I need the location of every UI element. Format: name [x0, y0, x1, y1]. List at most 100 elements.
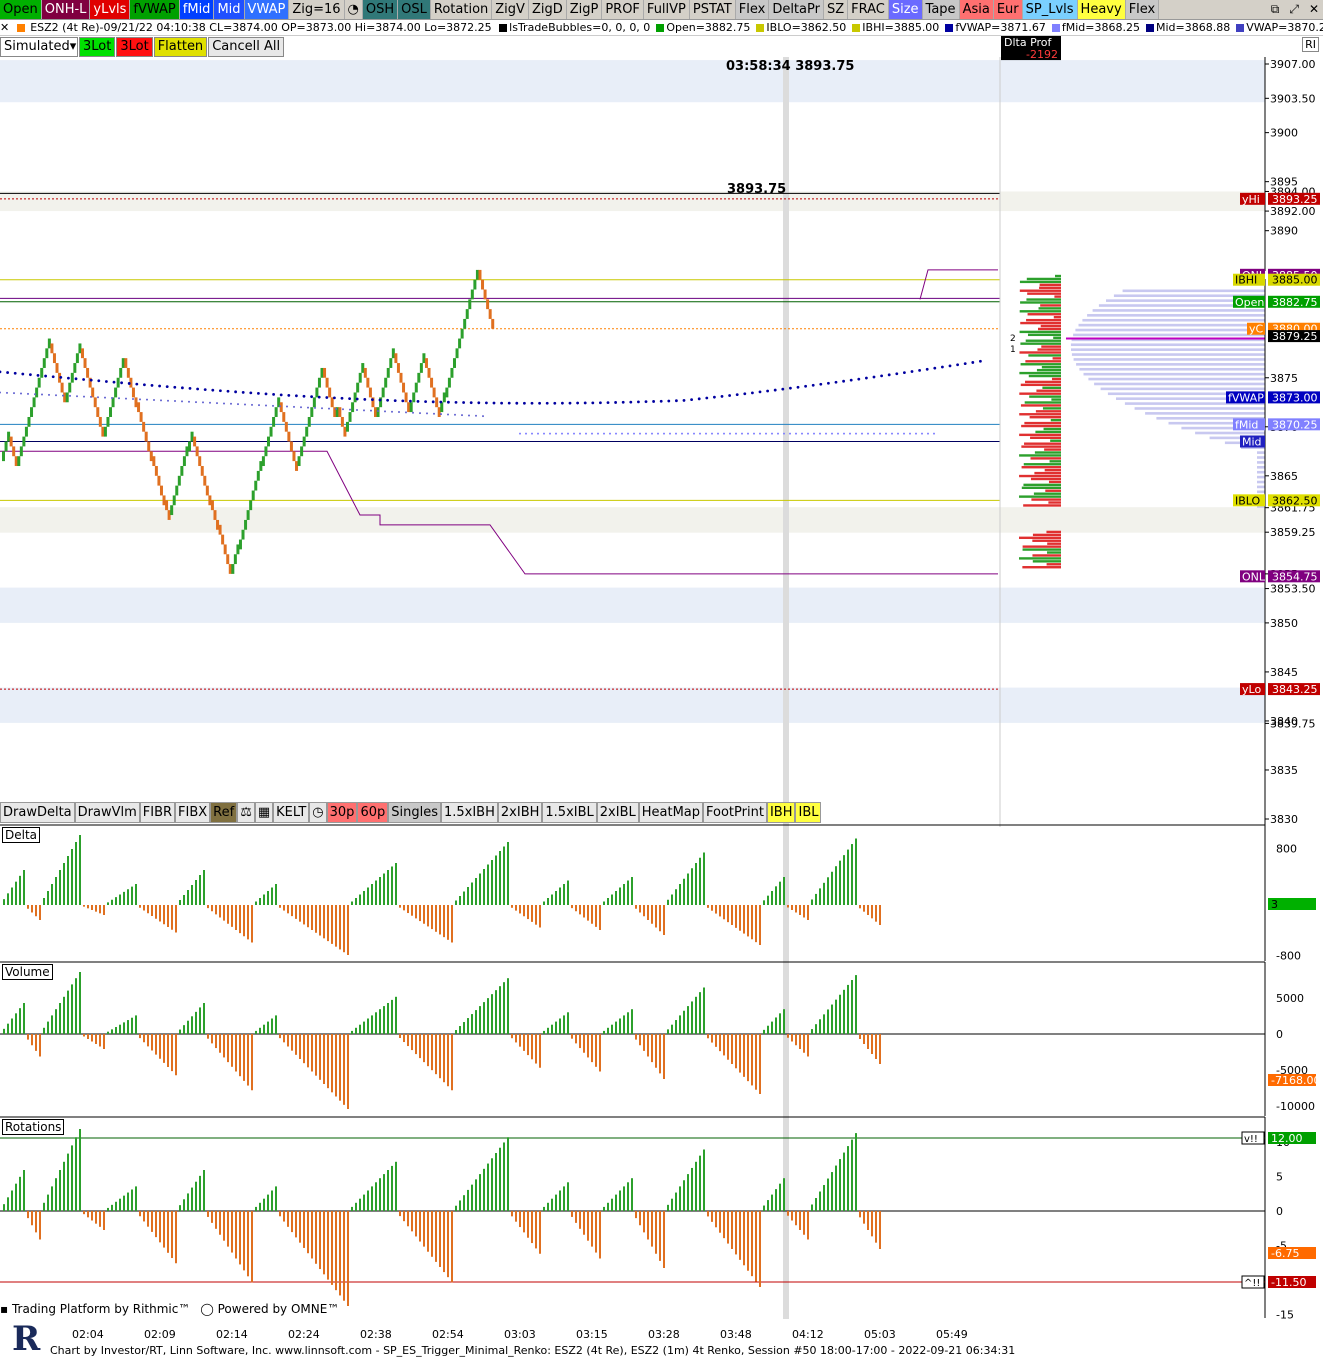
toolbar-button-fmid[interactable]: fMid	[179, 0, 215, 19]
vwap-dot	[979, 359, 982, 363]
pane-bar	[11, 1190, 13, 1211]
tool-button[interactable]: ▦	[254, 802, 274, 823]
delta-profile-bar	[1020, 404, 1061, 407]
svg-text:R: R	[12, 1319, 41, 1356]
toolbar-button-size[interactable]: Size	[888, 0, 923, 19]
pane-bar	[103, 905, 105, 915]
fmid-dot	[741, 432, 743, 435]
toolbar-button-sp-lvls[interactable]: SP_Lvls	[1022, 0, 1078, 19]
vwap-dot	[355, 397, 359, 401]
pane-bar	[71, 984, 73, 1034]
tool-button[interactable]: FIBR	[139, 802, 176, 823]
toolbar-button-flex[interactable]: Flex	[735, 0, 770, 19]
toolbar-button-heavy[interactable]: Heavy	[1077, 0, 1126, 19]
tool-button[interactable]: DrawVlm	[74, 802, 140, 823]
renko-brick	[198, 456, 202, 467]
pane-bar	[159, 1034, 161, 1059]
color-swatch	[499, 24, 508, 32]
vwap-dot	[181, 386, 184, 390]
toolbar-button-osl[interactable]: OSL	[398, 0, 431, 19]
toolbar-button-pstat[interactable]: PSTAT	[689, 0, 736, 19]
pane-bar	[519, 1034, 521, 1047]
tool-button[interactable]: 30p	[326, 802, 358, 823]
toolbar-button-zig-16[interactable]: Zig=16	[289, 0, 345, 19]
tool-button[interactable]: IBH	[766, 802, 796, 823]
tool-button[interactable]: 2xIBL	[596, 802, 639, 823]
toolbar-button-fullvp[interactable]: FullVP	[643, 0, 690, 19]
tool-button[interactable]: FootPrint	[703, 802, 767, 823]
sell-3lot-button[interactable]: 3Lot	[116, 37, 153, 57]
pane-bar	[307, 1034, 309, 1068]
pane-bar	[211, 905, 213, 912]
pane-bar	[203, 870, 205, 905]
tool-button[interactable]: IBL	[795, 802, 822, 823]
cancel-all-button[interactable]: Cancell All	[208, 37, 285, 57]
vwap-dot	[416, 399, 420, 403]
tool-button[interactable]: 60p	[357, 802, 389, 823]
pane-bar	[691, 1167, 693, 1211]
tool-button[interactable]: Singles	[388, 802, 441, 823]
pane-bar	[675, 889, 677, 905]
restore-icon[interactable]: ⧉	[1271, 2, 1280, 17]
pane-bar	[75, 1137, 77, 1211]
buy-3lot-button[interactable]: 3Lot	[79, 37, 116, 57]
toolbar-button-ylvls[interactable]: yLvls	[90, 0, 131, 19]
tool-button[interactable]: HeatMap	[638, 802, 704, 823]
tool-button[interactable]: DrawDelta	[0, 802, 75, 823]
tool-button[interactable]: ◷	[309, 802, 327, 823]
toolbar-button-zigd[interactable]: ZigD	[528, 0, 567, 19]
vwap-dot	[74, 377, 78, 381]
toolbar-button--[interactable]: ◔	[344, 0, 363, 19]
toolbar-button-eur[interactable]: Eur	[993, 0, 1023, 19]
maximize-icon[interactable]: ⤢	[1289, 2, 1299, 17]
toolbar-button-tape[interactable]: Tape	[922, 0, 960, 19]
toolbar-button-prof[interactable]: PROF	[602, 0, 644, 19]
close-icon[interactable]: ✕	[1309, 2, 1319, 17]
pane-bar	[403, 1211, 405, 1222]
right-edge-label[interactable]: RI	[1302, 37, 1319, 52]
indicator-text: lsTradeBubbles=0, 0, 0, 0	[509, 21, 651, 34]
close-chart-icon[interactable]: ✕	[0, 21, 9, 34]
pane-bar	[839, 1159, 841, 1211]
renko-brick	[330, 397, 334, 408]
tool-button[interactable]: 2xIBH	[497, 802, 543, 823]
delta-profile-bar	[1030, 436, 1061, 439]
toolbar-button-open[interactable]: Open	[0, 0, 42, 19]
pane-bar	[179, 1029, 181, 1034]
pane-bar	[827, 1009, 829, 1034]
pane-bar	[299, 1211, 301, 1243]
account-select[interactable]: Simulated ▾	[0, 37, 78, 57]
pane-bar	[23, 1003, 25, 1034]
vwap-dot	[82, 378, 85, 381]
tool-button[interactable]: ⚖	[237, 802, 255, 823]
pane-bar	[375, 1012, 377, 1034]
pane-bar	[603, 901, 605, 905]
toolbar-button-fvwap[interactable]: fVWAP	[130, 0, 180, 19]
pane-bar	[11, 887, 13, 905]
toolbar-button-flex[interactable]: Flex	[1125, 0, 1160, 19]
toolbar-button-deltapr[interactable]: DeltaPr	[769, 0, 824, 19]
toolbar-button-vwap[interactable]: VWAP	[244, 0, 290, 19]
flatten-button[interactable]: Flatten	[153, 37, 208, 57]
vwap-dot	[842, 379, 845, 383]
pane-bar	[259, 1202, 261, 1211]
pane-bar	[439, 1211, 441, 1267]
tool-button[interactable]: 1.5xIBH	[440, 802, 498, 823]
toolbar-button-sz[interactable]: SZ	[823, 0, 849, 19]
toolbar-button-rotation[interactable]: Rotation	[430, 0, 493, 19]
pane-bar	[551, 894, 553, 905]
tool-button[interactable]: KELT	[273, 802, 310, 823]
chart-canvas[interactable]: 8000-80050000-5000-100001050-5-10-153-71…	[0, 57, 1323, 1319]
toolbar-button-osh[interactable]: OSH	[362, 0, 399, 19]
renko-brick	[340, 416, 344, 427]
toolbar-button-onh-l[interactable]: ONH-L	[41, 0, 91, 19]
vwap2-dot	[27, 392, 29, 395]
toolbar-button-zigv[interactable]: ZigV	[492, 0, 529, 19]
toolbar-button-frac[interactable]: FRAC	[848, 0, 889, 19]
tool-button[interactable]: Ref	[210, 802, 238, 823]
toolbar-button-zigp[interactable]: ZigP	[566, 0, 603, 19]
tool-button[interactable]: 1.5xIBL	[542, 802, 597, 823]
toolbar-button-mid[interactable]: Mid	[214, 0, 245, 19]
toolbar-button-asia[interactable]: Asia	[959, 0, 994, 19]
tool-button[interactable]: FIBX	[175, 802, 211, 823]
